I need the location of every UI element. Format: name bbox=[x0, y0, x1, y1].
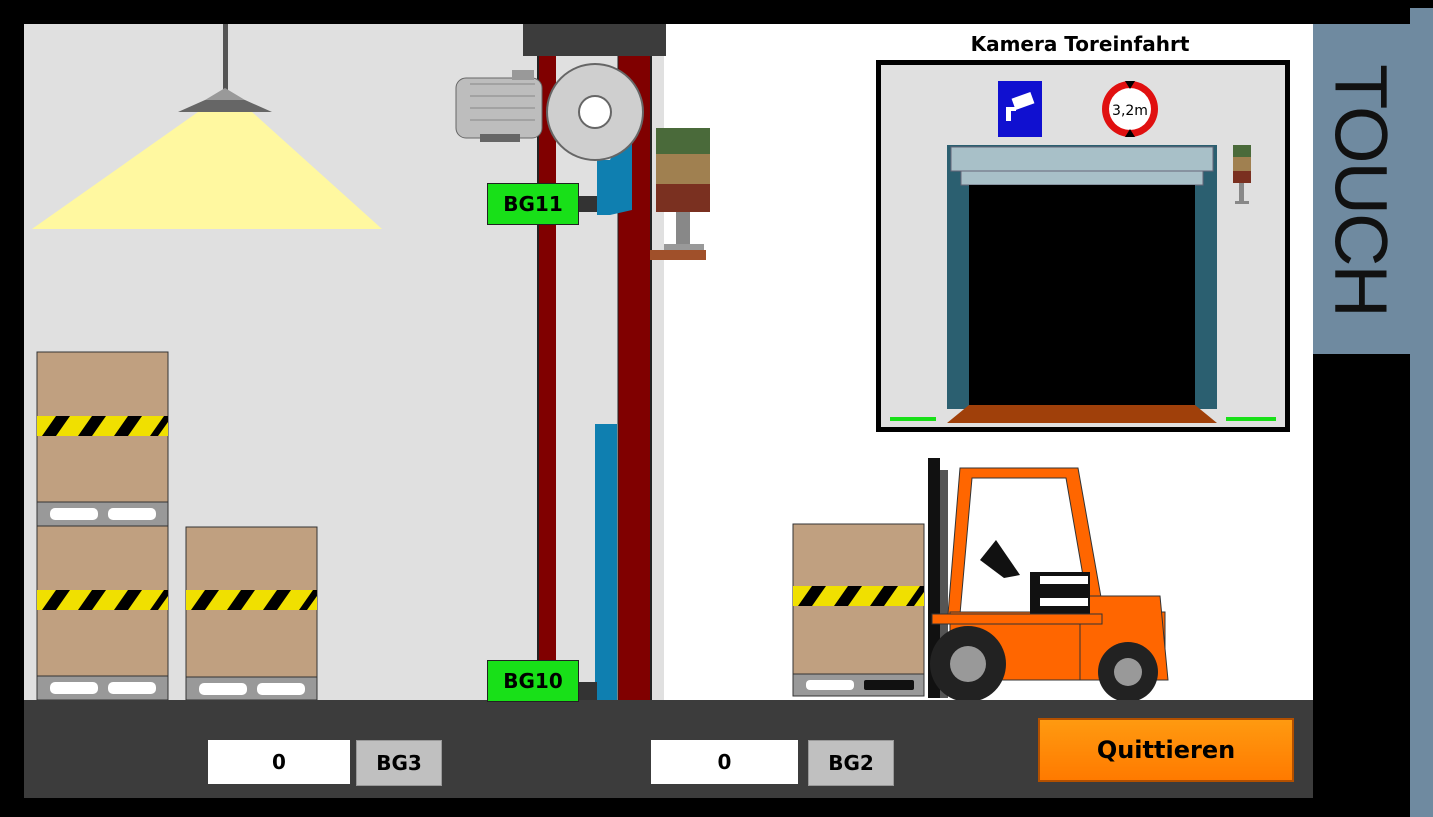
lower-belt bbox=[595, 424, 617, 702]
pulley-icon bbox=[546, 63, 644, 161]
counter-right: 0 bbox=[651, 740, 798, 784]
sensor-bg2[interactable]: BG2 bbox=[808, 740, 894, 786]
counter-left: 0 bbox=[208, 740, 350, 784]
motor-icon bbox=[455, 70, 543, 142]
sensor-bg3[interactable]: BG3 bbox=[356, 740, 442, 786]
sensor-bg11[interactable]: BG11 bbox=[487, 183, 579, 225]
sensor-bg10[interactable]: BG10 bbox=[487, 660, 579, 702]
acknowledge-button[interactable]: Quittieren bbox=[1038, 718, 1294, 782]
camera-view[interactable]: 3,2m bbox=[876, 60, 1290, 432]
signal-tower-icon bbox=[650, 128, 710, 260]
camera-title: Kamera Toreinfahrt bbox=[970, 32, 1190, 56]
touch-panel-label: TOUCH bbox=[1315, 30, 1407, 350]
lift-top-housing bbox=[523, 24, 666, 56]
box-stack-middle bbox=[185, 526, 318, 701]
height-limit-text: 3,2m bbox=[1112, 103, 1148, 119]
camera-sign-icon bbox=[998, 81, 1042, 137]
touch-panel-edge bbox=[1410, 8, 1433, 817]
touch-label-text: TOUCH bbox=[1319, 64, 1403, 316]
box-forklift-load bbox=[792, 523, 925, 697]
ceiling-lamp-icon bbox=[32, 24, 382, 229]
camera-scene: 3,2m bbox=[890, 81, 1276, 423]
touch-panel-base bbox=[1313, 354, 1410, 800]
camera-signal-tower-icon bbox=[1233, 145, 1251, 204]
forklift-icon bbox=[928, 458, 1169, 702]
box-stack-left bbox=[36, 351, 169, 701]
